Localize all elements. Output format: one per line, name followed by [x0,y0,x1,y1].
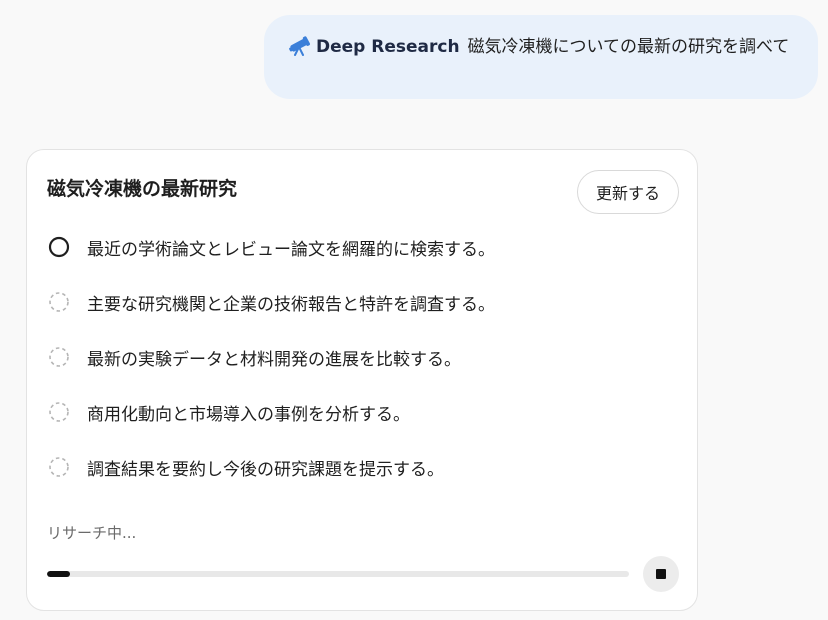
research-step-label: 主要な研究機関と企業の技術報告と特許を調査する。 [87,294,495,315]
pending-dashed-circle-icon [47,290,71,314]
user-prompt-text: 磁気冷凍機についての最新の研究を調べて [467,37,790,57]
in-progress-circle-icon [47,235,71,259]
research-step: 調査結果を要約し今後の研究課題を提示する。 [47,452,444,482]
stop-icon [656,569,666,579]
research-step-label: 調査結果を要約し今後の研究課題を提示する。 [87,459,444,480]
stop-button[interactable] [643,556,679,592]
pending-dashed-circle-icon [47,455,71,479]
research-title: 磁気冷凍機の最新研究 [47,178,238,200]
research-step: 最近の学術論文とレビュー論文を網羅的に検索する。 [47,232,495,262]
research-step: 商用化動向と市場導入の事例を分析する。 [47,397,410,427]
pending-dashed-circle-icon [47,345,71,369]
deep-research-tag: Deep Research [316,37,460,57]
research-step-label: 商用化動向と市場導入の事例を分析する。 [87,404,410,425]
progress-bar-fill [47,571,71,577]
user-message-bubble: Deep Research 磁気冷凍機についての最新の研究を調べて [264,15,818,99]
research-step-label: 最近の学術論文とレビュー論文を網羅的に検索する。 [87,239,495,260]
research-plan-card: 磁気冷凍機の最新研究 更新する 最近の学術論文とレビュー論文を網羅的に検索する。… [26,149,698,611]
update-button[interactable]: 更新する [577,170,679,214]
research-status: リサーチ中... [47,524,137,542]
research-step-label: 最新の実験データと材料開発の進展を比較する。 [87,349,461,370]
research-step: 最新の実験データと材料開発の進展を比較する。 [47,342,461,372]
progress-bar [47,571,629,577]
telescope-icon [288,34,312,56]
research-step: 主要な研究機関と企業の技術報告と特許を調査する。 [47,287,495,317]
pending-dashed-circle-icon [47,400,71,424]
